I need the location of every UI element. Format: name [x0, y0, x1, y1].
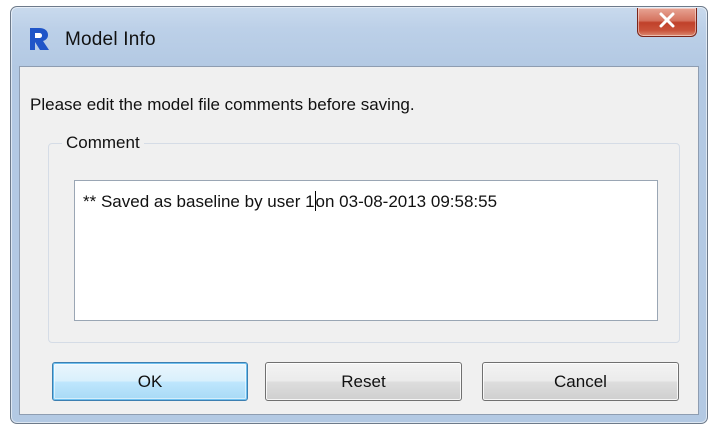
comment-textarea[interactable]: ** Saved as baseline by user 1on 03-08-2…	[74, 180, 658, 321]
comment-text-before-caret: ** Saved as baseline by user 1	[83, 192, 315, 211]
instruction-text: Please edit the model file comments befo…	[30, 95, 415, 114]
comment-text-after-caret: on 03-08-2013 09:58:55	[315, 192, 498, 211]
ok-button[interactable]: OK	[52, 362, 248, 401]
cancel-button[interactable]: Cancel	[482, 362, 679, 401]
reset-button-label: Reset	[341, 371, 386, 391]
close-button[interactable]	[637, 8, 697, 37]
title-bar[interactable]: Model Info	[11, 7, 707, 67]
riverware-logo-icon	[27, 27, 51, 51]
close-icon	[658, 12, 676, 33]
reset-button[interactable]: Reset	[265, 362, 462, 401]
window-title: Model Info	[65, 29, 156, 50]
cancel-button-label: Cancel	[554, 371, 607, 391]
comment-group-label: Comment	[62, 133, 144, 153]
ok-button-label: OK	[137, 371, 163, 391]
